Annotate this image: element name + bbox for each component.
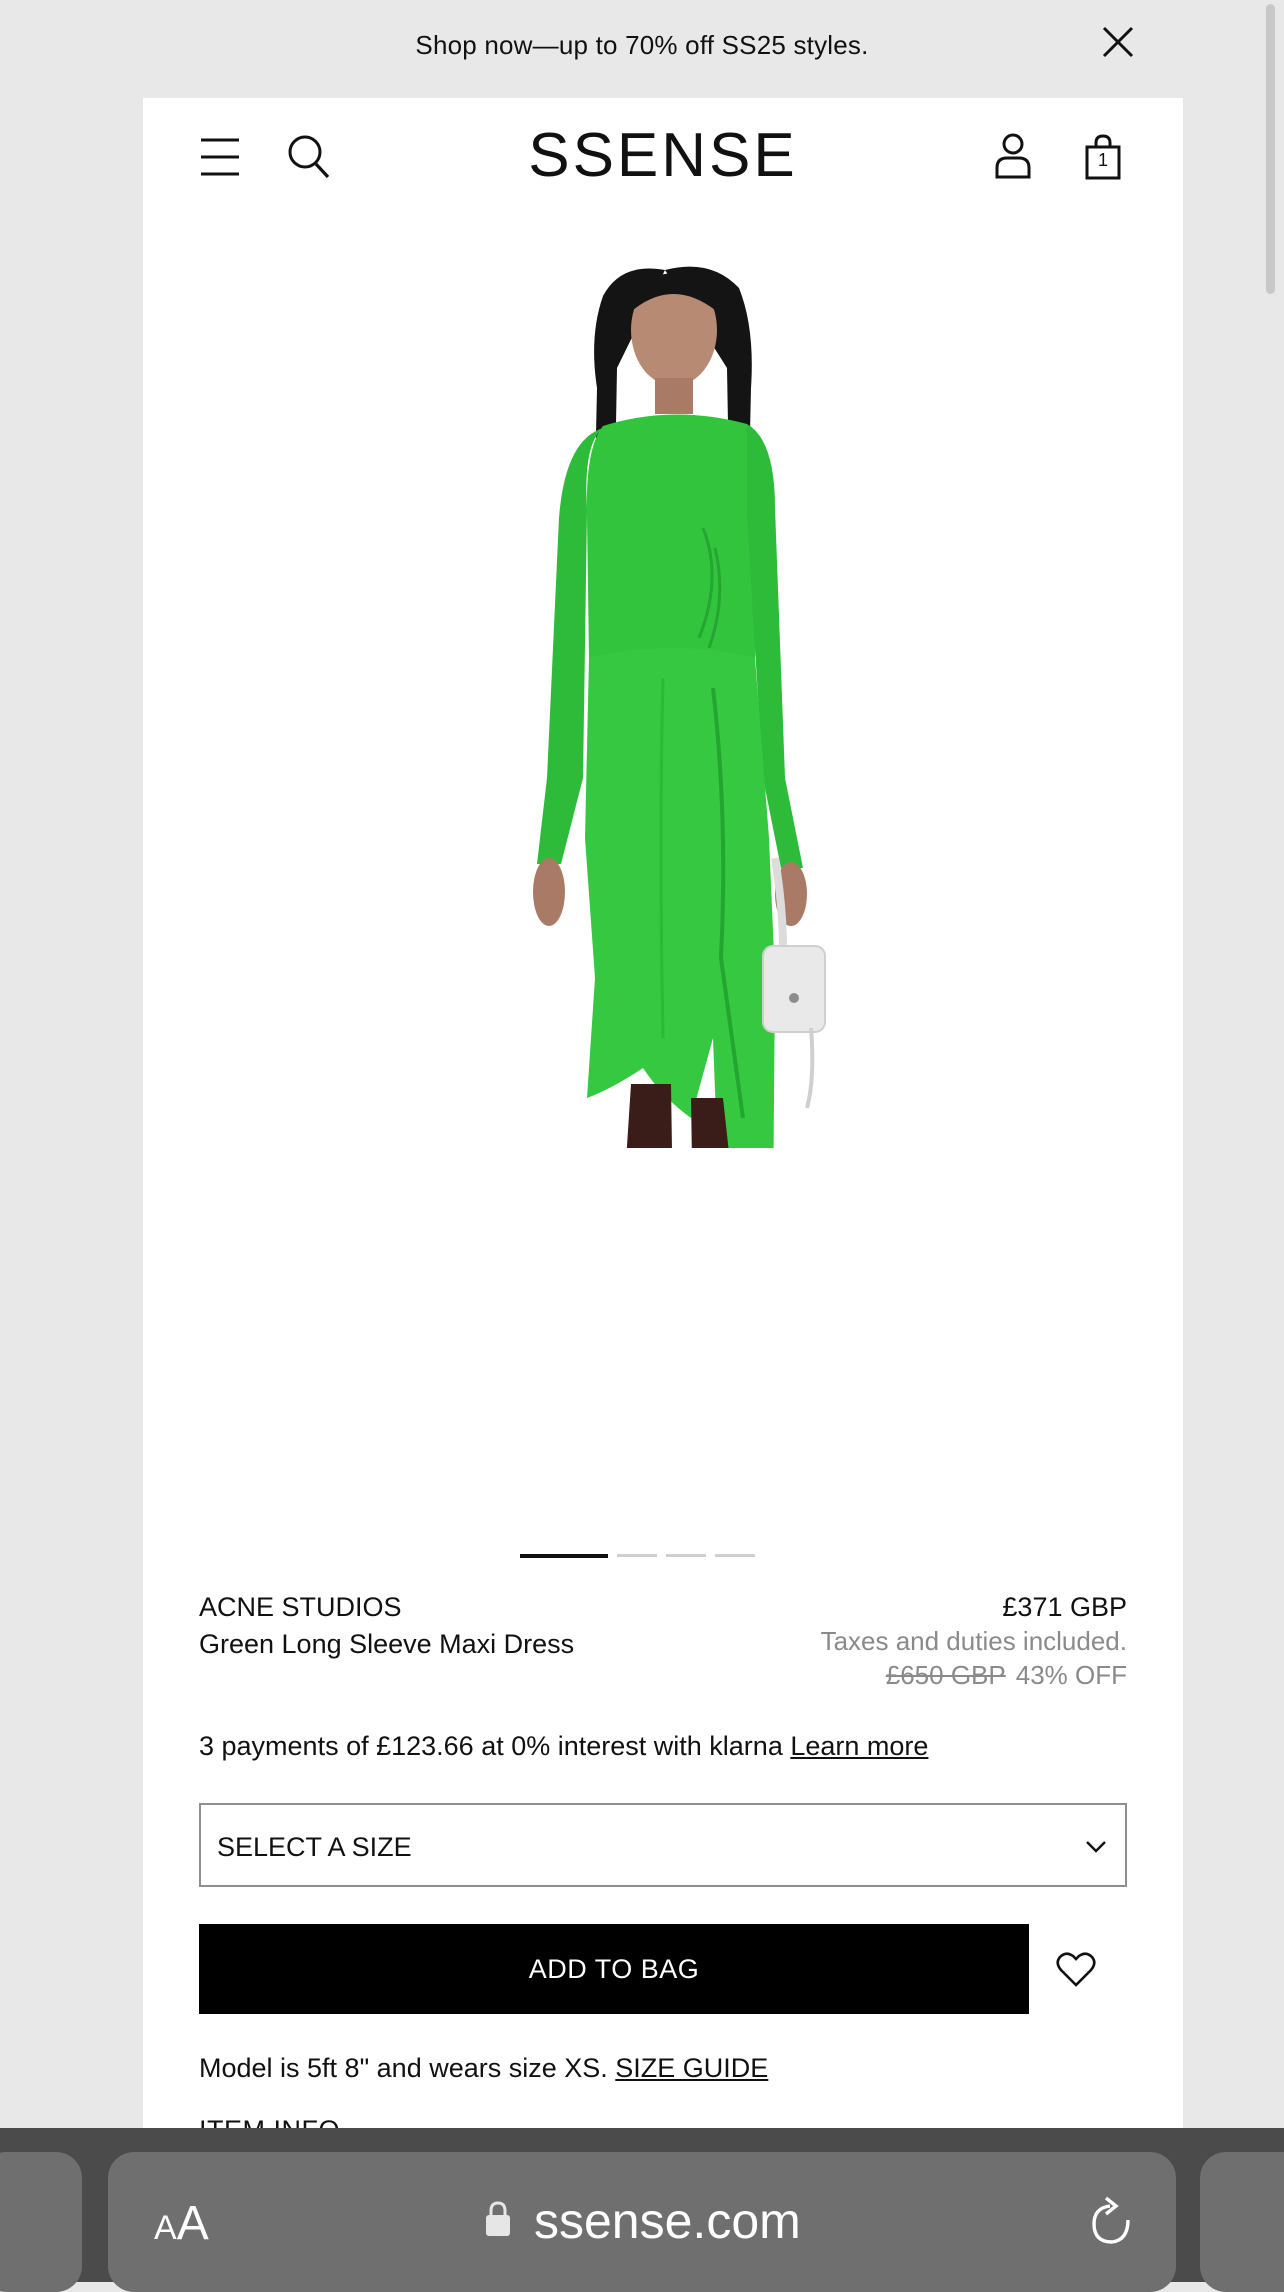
original-price: £650 GBP	[885, 1660, 1006, 1690]
product-price: £371 GBP	[1002, 1592, 1127, 1622]
carousel-dot[interactable]	[520, 1554, 608, 1558]
reload-icon[interactable]	[1086, 2194, 1138, 2250]
page-scrollbar[interactable]	[1266, 4, 1275, 294]
previous-tab-preview[interactable]	[0, 2152, 82, 2292]
close-icon[interactable]	[1100, 24, 1136, 60]
product-page: SSENSE 1 ACNE STUDIOS Green Long Sleeve …	[143, 98, 1183, 2128]
carousel-dot[interactable]	[715, 1554, 755, 1557]
product-name: Green Long Sleeve Maxi Dress	[199, 1629, 575, 1659]
add-to-bag-button[interactable]: ADD TO BAG	[199, 1924, 1029, 2014]
size-select-dropdown[interactable]: SELECT A SIZE	[199, 1803, 1127, 1887]
lock-icon	[486, 2201, 510, 2236]
aa-big-glyph: A	[176, 2197, 209, 2250]
url-text: ssense.com	[534, 2193, 801, 2249]
promo-banner: Shop now—up to 70% off SS25 styles.	[0, 0, 1284, 98]
tax-note: Taxes and duties included.	[820, 1626, 1127, 1656]
klarna-payment-info: 3 payments of £123.66 at 0% interest wit…	[199, 1731, 928, 1762]
discount-line: £650 GBP 43% OFF	[886, 1660, 1127, 1691]
heart-icon[interactable]	[1055, 1948, 1097, 1990]
carousel-dot[interactable]	[666, 1554, 706, 1557]
discount-badge: 43% OFF	[1015, 1660, 1127, 1690]
next-tab-preview[interactable]	[1200, 2152, 1284, 2292]
model-size-info: Model is 5ft 8" and wears size XS. SIZE …	[199, 2053, 768, 2084]
aa-small-glyph: A	[154, 2209, 177, 2247]
klarna-text: 3 payments of £123.66 at 0% interest wit…	[199, 1731, 783, 1761]
chevron-down-icon	[1086, 1841, 1106, 1853]
image-carousel-indicator	[143, 1554, 1183, 1558]
address-bar[interactable]: AA ssense.com	[108, 2152, 1176, 2292]
carousel-dot[interactable]	[617, 1554, 657, 1557]
bag-count: 1	[1097, 150, 1108, 170]
size-select-label: SELECT A SIZE	[217, 1832, 412, 1862]
reader-text-size-button[interactable]: AA	[154, 2196, 209, 2251]
product-image[interactable]	[143, 218, 1183, 1148]
size-guide-link[interactable]: SIZE GUIDE	[615, 2053, 768, 2083]
promo-text: Shop now—up to 70% off SS25 styles.	[415, 30, 869, 60]
item-info-heading[interactable]: ITEM INFO	[199, 2115, 340, 2128]
model-info-text: Model is 5ft 8" and wears size XS.	[199, 2053, 608, 2083]
browser-toolbar: AA ssense.com	[0, 2128, 1284, 2292]
product-brand[interactable]: ACNE STUDIOS	[199, 1592, 402, 1623]
klarna-learn-more-link[interactable]: Learn more	[790, 1731, 928, 1761]
account-icon[interactable]	[993, 132, 1033, 180]
